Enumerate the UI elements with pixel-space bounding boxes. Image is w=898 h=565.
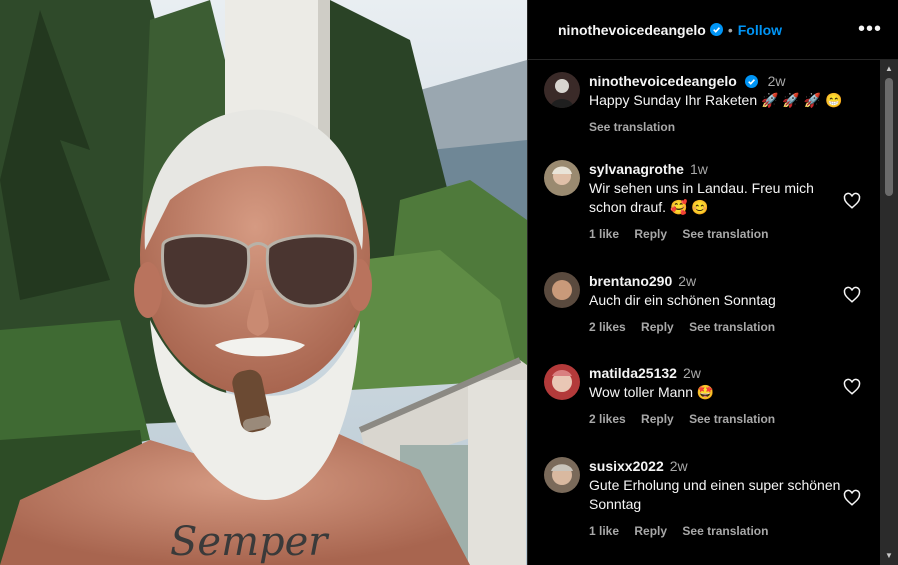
scroll-up-arrow-icon[interactable]: ▲ xyxy=(880,62,898,76)
likes-count[interactable]: 2 likes xyxy=(589,412,626,426)
comments-list[interactable]: ninothevoicedeangelo 2w Happy Sunday Ihr… xyxy=(528,60,880,565)
reply-button[interactable]: Reply xyxy=(641,320,674,334)
reply-button[interactable]: Reply xyxy=(634,524,667,538)
avatar[interactable] xyxy=(544,272,580,308)
separator-dot: • xyxy=(727,21,733,38)
comment-time[interactable]: 2w xyxy=(678,273,696,289)
caption-time[interactable]: 2w xyxy=(768,73,786,89)
see-translation-link[interactable]: See translation xyxy=(689,320,775,334)
heart-outline-icon[interactable] xyxy=(843,489,861,507)
see-translation-link[interactable]: See translation xyxy=(682,524,768,538)
caption-username[interactable]: ninothevoicedeangelo xyxy=(589,73,737,89)
comment-time[interactable]: 2w xyxy=(683,365,701,381)
heart-outline-icon[interactable] xyxy=(843,192,861,210)
see-translation-link[interactable]: See translation xyxy=(689,412,775,426)
likes-count[interactable]: 1 like xyxy=(589,227,619,241)
reply-button[interactable]: Reply xyxy=(634,227,667,241)
comment-text: Wir sehen uns in Landau. Freu mich schon… xyxy=(589,180,814,215)
reply-button[interactable]: Reply xyxy=(641,412,674,426)
avatar[interactable] xyxy=(544,72,580,108)
comment-text: Wow toller Mann 🤩 xyxy=(589,384,715,400)
scroll-down-arrow-icon[interactable]: ▼ xyxy=(880,549,898,563)
see-translation-link[interactable]: See translation xyxy=(682,227,768,241)
comment-time[interactable]: 2w xyxy=(670,458,688,474)
caption-text: Happy Sunday Ihr Raketen 🚀 🚀 🚀 😁 xyxy=(589,92,843,108)
comment-username[interactable]: susixx2022 xyxy=(589,458,664,474)
verified-badge-icon xyxy=(744,75,758,88)
comment-text: Auch dir ein schönen Sonntag xyxy=(589,292,776,308)
follow-button[interactable]: Follow xyxy=(738,22,782,38)
likes-count[interactable]: 2 likes xyxy=(589,320,626,334)
scrollbar-thumb[interactable] xyxy=(885,78,893,196)
likes-count[interactable]: 1 like xyxy=(589,524,619,538)
heart-outline-icon[interactable] xyxy=(843,378,861,396)
comment-username[interactable]: brentano290 xyxy=(589,273,672,289)
more-options-icon[interactable]: ••• xyxy=(858,18,882,41)
avatar[interactable] xyxy=(544,457,580,493)
tattoo-text: Semper xyxy=(170,519,330,565)
comment-username[interactable]: matilda25132 xyxy=(589,365,677,381)
heart-outline-icon[interactable] xyxy=(843,286,861,304)
comments-panel: ninothevoicedeangelo • Follow ••• ninoth… xyxy=(527,0,898,565)
comments-scrollbar[interactable]: ▲ ▼ xyxy=(880,60,898,565)
verified-badge-icon xyxy=(709,23,723,36)
post-author-username[interactable]: ninothevoicedeangelo xyxy=(558,22,706,38)
comment-time[interactable]: 1w xyxy=(690,161,708,177)
comment-text: Gute Erholung und einen super schönen So… xyxy=(589,477,841,512)
see-translation-link[interactable]: See translation xyxy=(589,120,675,134)
post-header: ninothevoicedeangelo • Follow ••• xyxy=(528,0,898,60)
avatar[interactable] xyxy=(544,160,580,196)
post-photo[interactable]: Semper xyxy=(0,0,527,565)
comment-username[interactable]: sylvanagrothe xyxy=(589,161,684,177)
avatar[interactable] xyxy=(544,364,580,400)
